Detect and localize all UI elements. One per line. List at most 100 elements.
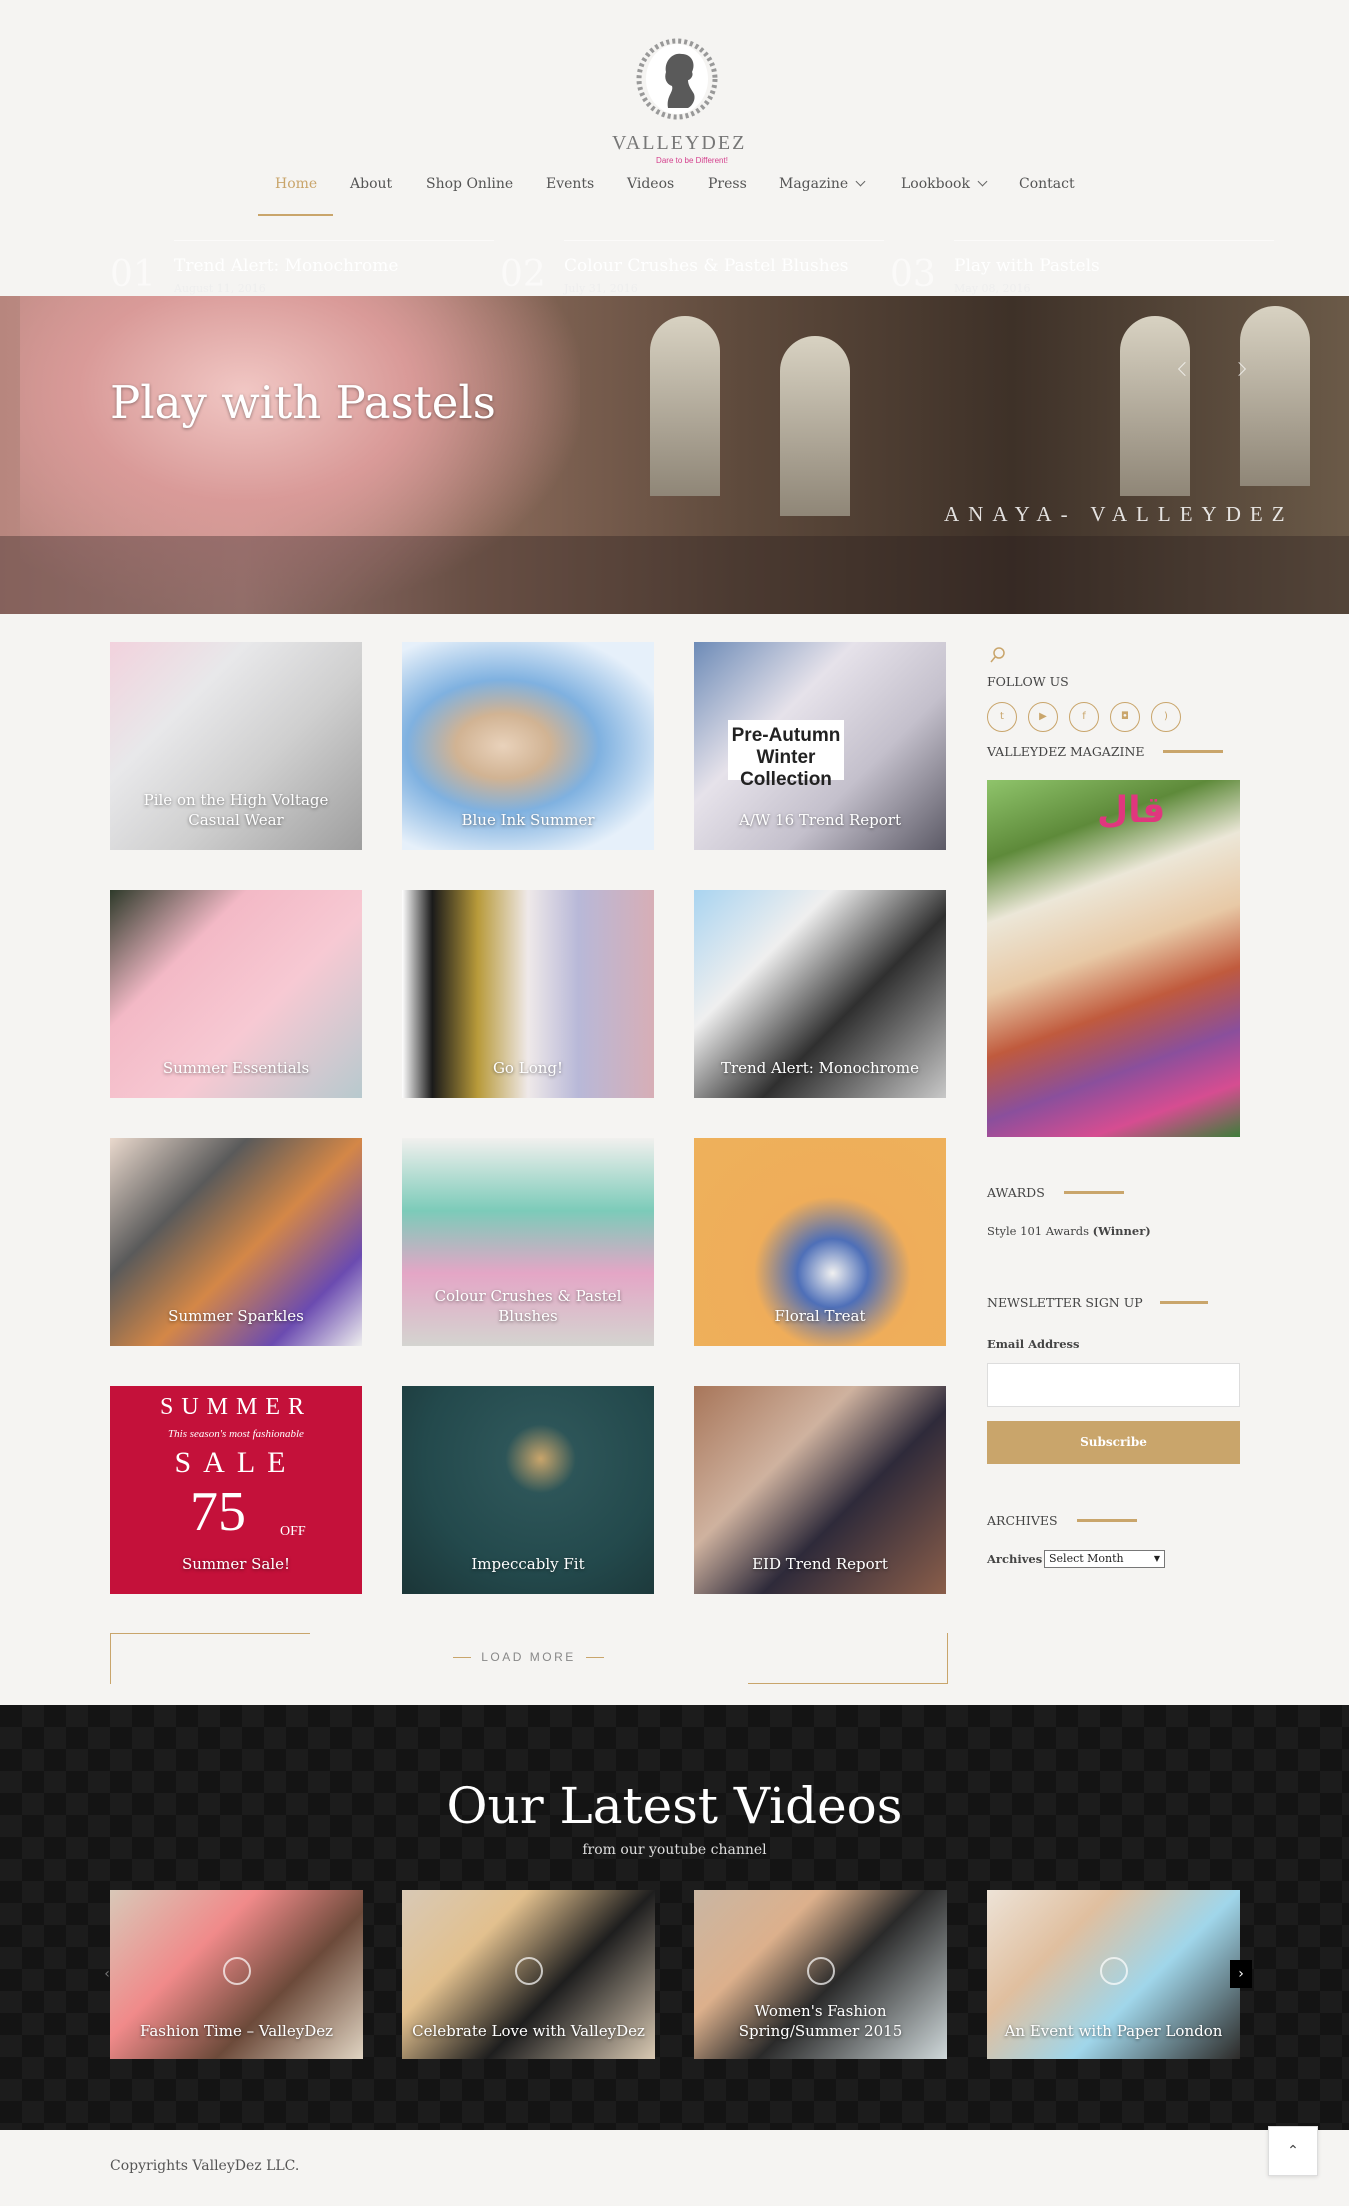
youtube-icon[interactable]: ▶ bbox=[1028, 702, 1058, 732]
magazine-cover-title-icon: قال bbox=[1097, 790, 1166, 831]
slide-date: August 11, 2016 bbox=[174, 282, 266, 295]
email-label: Email Address bbox=[987, 1337, 1080, 1351]
hero-arch bbox=[1120, 316, 1190, 496]
play-icon bbox=[223, 1957, 251, 1985]
hero-arch bbox=[780, 336, 850, 516]
post-card[interactable]: Blue Ink Summer bbox=[402, 642, 654, 850]
post-card[interactable]: Trend Alert: Monochrome bbox=[694, 890, 946, 1098]
post-caption: Summer Essentials bbox=[162, 1059, 310, 1077]
post-card[interactable]: Summer Sparkles bbox=[110, 1138, 362, 1346]
video-next-arrow-icon[interactable]: › bbox=[1230, 1960, 1252, 1988]
video-card[interactable]: An Event with Paper London bbox=[987, 1890, 1240, 2059]
email-field[interactable] bbox=[987, 1363, 1240, 1407]
sale-line-summer: SUMMER bbox=[159, 1394, 313, 1420]
load-more-label: LOAD MORE bbox=[481, 1650, 576, 1664]
post-card[interactable]: EID Trend Report bbox=[694, 1386, 946, 1594]
video-caption: Fashion Time – ValleyDez bbox=[139, 2022, 334, 2040]
hero-arch bbox=[1240, 306, 1310, 486]
slide-nav-item-1[interactable]: 01 Trend Alert: Monochrome August 11, 20… bbox=[110, 240, 494, 304]
post-caption: Floral Treat bbox=[774, 1307, 866, 1325]
sidebar-heading-newsletter: NEWSLETTER SIGN UP bbox=[987, 1295, 1143, 1310]
videos-heading: Our Latest Videos bbox=[446, 1777, 903, 1835]
dash-decoration bbox=[453, 1657, 472, 1659]
slide-nav-item-2[interactable]: 02 Colour Crushes & Pastel Blushes July … bbox=[500, 240, 884, 304]
back-to-top-button[interactable]: ⌃ bbox=[1268, 2126, 1318, 2176]
facebook-icon[interactable]: f bbox=[1069, 702, 1099, 732]
play-icon bbox=[1100, 1957, 1128, 1985]
subscribe-button[interactable]: Subscribe bbox=[987, 1421, 1240, 1464]
video-caption: An Event with Paper London bbox=[1004, 2022, 1223, 2040]
post-caption: Blue Ink Summer bbox=[461, 811, 595, 829]
post-card[interactable]: SUMMER This season's most fashionable SA… bbox=[110, 1386, 362, 1594]
brand-tagline: Dare to be Different! bbox=[656, 156, 728, 165]
instagram-icon[interactable]: ◘ bbox=[1110, 702, 1140, 732]
awards-winner: (Winner) bbox=[1092, 1224, 1151, 1238]
nav-item-magazine[interactable]: Magazine bbox=[779, 176, 866, 216]
dash-decoration bbox=[585, 1657, 604, 1659]
search-icon[interactable] bbox=[990, 646, 1006, 664]
hero-title[interactable]: Play with Pastels bbox=[110, 376, 496, 429]
rss-icon[interactable]: ) bbox=[1151, 702, 1181, 732]
site-logo[interactable]: VALLEYDEZ Dare to be Different! bbox=[612, 32, 747, 172]
post-overlay-text: Pre-Autumn Winter Collection bbox=[728, 720, 844, 790]
slide-title: Trend Alert: Monochrome bbox=[174, 256, 399, 276]
chevron-down-icon bbox=[977, 176, 988, 187]
nav-item-contact[interactable]: Contact bbox=[1019, 176, 1075, 216]
heading-accent-line bbox=[1163, 750, 1223, 753]
dropdown-arrow-icon: ▼ bbox=[1153, 1554, 1160, 1563]
awards-name: Style 101 Awards bbox=[987, 1224, 1089, 1238]
post-caption: Summer Sale! bbox=[181, 1555, 291, 1573]
post-card[interactable]: Colour Crushes & Pastel Blushes bbox=[402, 1138, 654, 1346]
post-card[interactable]: Go Long! bbox=[402, 890, 654, 1098]
nav-active-underline bbox=[258, 214, 333, 216]
sidebar-heading-follow: FOLLOW US bbox=[987, 674, 1069, 689]
nav-item-about[interactable]: About bbox=[350, 176, 392, 216]
nav-item-videos[interactable]: Videos bbox=[627, 176, 674, 216]
archives-select[interactable]: Select Month ▼ bbox=[1044, 1550, 1165, 1568]
slide-nav-item-3[interactable]: 03 Play with Pastels May 08, 2016 bbox=[890, 240, 1274, 304]
load-more-button[interactable]: LOAD MORE bbox=[0, 1650, 1057, 1664]
post-caption: Colour Crushes & Pastel Blushes bbox=[434, 1287, 622, 1325]
slide-date: July 31, 2016 bbox=[564, 282, 638, 295]
video-card[interactable]: Celebrate Love with ValleyDez bbox=[402, 1890, 655, 2059]
post-card[interactable]: Pre-Autumn Winter Collection A/W 16 Tren… bbox=[694, 642, 946, 850]
videos-subheading: from our youtube channel bbox=[582, 1842, 767, 1858]
brand-name: VALLEYDEZ bbox=[612, 132, 747, 154]
copyright-text: Copyrights ValleyDez LLC. bbox=[110, 2158, 300, 2174]
sale-line-sale: SALE bbox=[174, 1446, 298, 1479]
twitter-icon[interactable]: t bbox=[987, 702, 1017, 732]
nav-item-lookbook[interactable]: Lookbook bbox=[901, 176, 988, 216]
video-card[interactable]: Women's Fashion Spring/Summer 2015 bbox=[694, 1890, 947, 2059]
post-card[interactable]: Pile on the High Voltage Casual Wear bbox=[110, 642, 362, 850]
nav-item-lookbook-label: Lookbook bbox=[901, 176, 970, 192]
nav-item-press[interactable]: Press bbox=[708, 176, 747, 216]
sale-number: 75 bbox=[190, 1481, 246, 1543]
slide-divider bbox=[174, 240, 494, 241]
post-card[interactable]: Impeccably Fit bbox=[402, 1386, 654, 1594]
archives-label: Archives bbox=[987, 1552, 1043, 1566]
nav-item-home[interactable]: Home bbox=[275, 176, 317, 216]
post-card[interactable]: Floral Treat bbox=[694, 1138, 946, 1346]
slide-title: Play with Pastels bbox=[954, 256, 1100, 276]
video-card[interactable]: Fashion Time – ValleyDez bbox=[110, 1890, 363, 2059]
post-caption: EID Trend Report bbox=[752, 1555, 888, 1573]
slide-number: 03 bbox=[890, 254, 936, 295]
post-caption: Go Long! bbox=[492, 1059, 564, 1077]
post-caption: Trend Alert: Monochrome bbox=[720, 1059, 920, 1077]
play-icon bbox=[515, 1957, 543, 1985]
nav-item-events[interactable]: Events bbox=[546, 176, 594, 216]
sidebar-heading-archives: ARCHIVES bbox=[987, 1513, 1058, 1528]
play-icon bbox=[807, 1957, 835, 1985]
post-card[interactable]: Summer Essentials bbox=[110, 890, 362, 1098]
sale-line-subtitle: This season's most fashionable bbox=[168, 1428, 304, 1440]
sidebar-heading-awards: AWARDS bbox=[987, 1185, 1045, 1200]
archives-select-value: Select Month bbox=[1049, 1552, 1124, 1565]
nav-item-shop-online[interactable]: Shop Online bbox=[426, 176, 513, 216]
hero-arch bbox=[650, 316, 720, 496]
heading-accent-line bbox=[1064, 1191, 1124, 1194]
chevron-down-icon bbox=[855, 176, 866, 187]
magazine-cover[interactable]: قال bbox=[987, 780, 1240, 1137]
post-caption: Impeccably Fit bbox=[471, 1555, 585, 1573]
hero-slider[interactable]: Play with Pastels ANAYA- VALLEYDEZ bbox=[0, 296, 1349, 614]
slide-number: 01 bbox=[110, 254, 156, 295]
